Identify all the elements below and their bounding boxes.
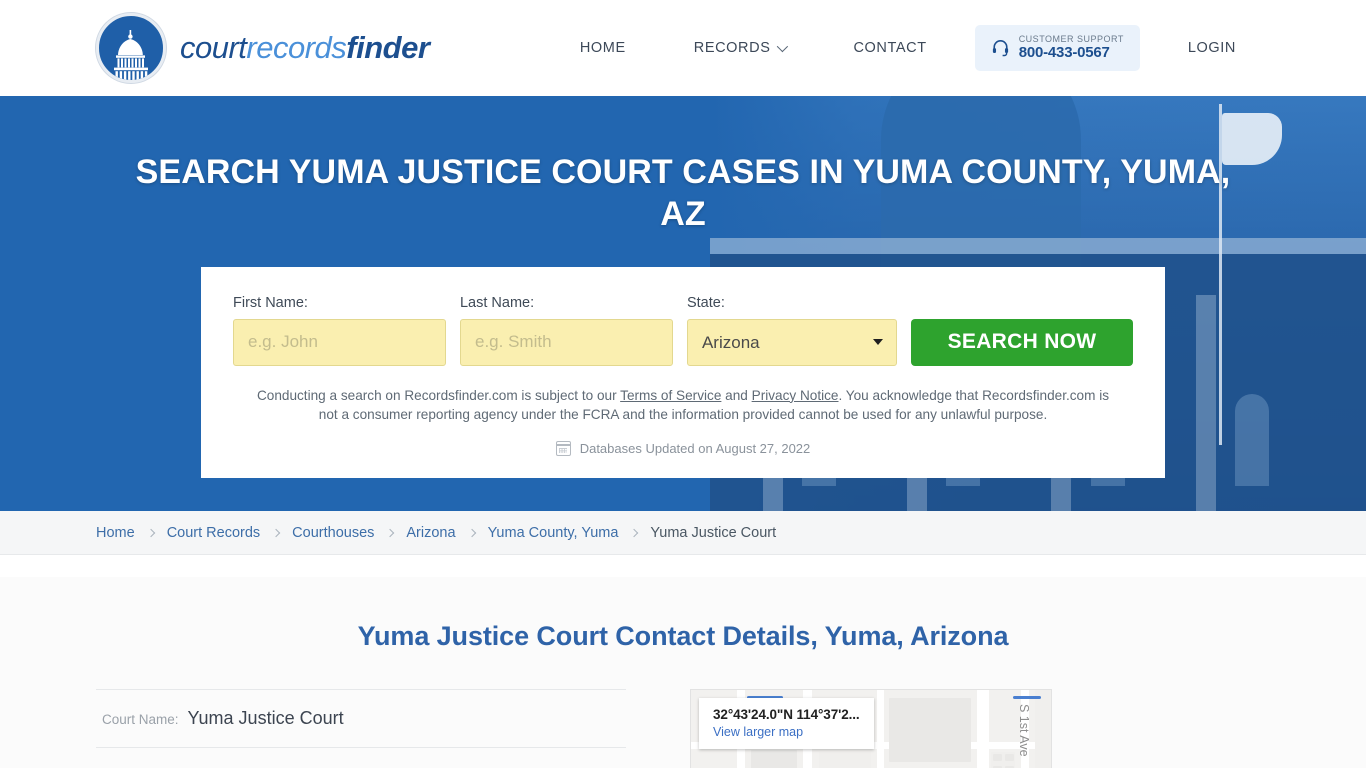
support-phone: 800-433-0567 [1018,44,1110,62]
site-header: courtrecordsfinder HOME RECORDS CONTACT [0,0,1366,96]
disclaimer-text-and: and [721,387,752,403]
map-building [1035,690,1051,768]
view-larger-map-link[interactable]: View larger map [713,725,860,739]
logo-text-court: court [180,30,247,65]
first-name-field-group: First Name: [233,295,446,366]
calendar-icon [555,440,571,456]
chevron-right-icon [271,528,281,537]
map-building [751,750,797,768]
breadcrumb-item-courthouses[interactable]: Courthouses [292,525,374,541]
nav-label: LOGIN [1187,39,1236,56]
state-select-wrapper: Arizona [686,318,897,366]
customer-support-button[interactable]: CUSTOMER SUPPORT 800-433-0567 [974,24,1140,72]
state-label: State: [686,294,725,311]
state-field-group: State: Arizona [686,294,897,366]
detail-row-state: State: Arizona [96,747,626,768]
map-coordinates: 32°43'24.0"N 114°37'2... [713,707,860,723]
nav-item-home[interactable]: HOME [546,30,660,66]
location-map[interactable]: ↑ unty sheriff office and... S 1st Ave 🏛… [690,689,1052,768]
map-label-s-1st-ave: S 1st Ave [1017,704,1031,757]
search-form-card: First Name: Last Name: State: Arizona SE… [201,266,1165,478]
state-select[interactable]: Arizona [686,318,897,366]
disclaimer-text-pre: Conducting a search on Recordsfinder.com… [256,387,621,403]
map-road [877,690,884,768]
breadcrumb-item-court-records[interactable]: Court Records [167,525,260,541]
privacy-notice-link[interactable]: Privacy Notice [752,388,839,403]
logo-text-records: records [246,30,347,65]
chevron-right-icon [386,528,395,537]
terms-of-service-link[interactable]: Terms of Service [620,388,721,403]
search-now-button[interactable]: SEARCH NOW [911,318,1133,366]
first-name-input[interactable] [233,318,446,366]
map-building [993,754,1002,762]
breadcrumb-item-current: Yuma Justice Court [650,524,777,541]
nav-item-login[interactable]: LOGIN [1154,30,1270,66]
hero-section: SEARCH YUMA JUSTICE COURT CASES IN YUMA … [0,96,1366,511]
nav-item-records[interactable]: RECORDS [660,30,820,66]
main-content: Yuma Justice Court Contact Details, Yuma… [0,577,1366,768]
breadcrumb-item-yuma-county[interactable]: Yuma County, Yuma [488,525,619,541]
breadcrumb: Home Court Records Courthouses Arizona Y… [96,525,776,541]
logo[interactable]: courtrecordsfinder [96,13,430,83]
detail-label: Court Name: [102,712,179,728]
last-name-label: Last Name: [459,294,535,311]
search-fields-row: First Name: Last Name: State: Arizona SE… [233,295,1133,366]
database-updated-text: Databases Updated on August 27, 2022 [579,440,811,456]
court-details-list: Court Name: Yuma Justice Court State: Ar… [96,689,626,768]
first-name-label: First Name: [233,294,308,311]
breadcrumb-item-arizona[interactable]: Arizona [406,525,455,541]
map-building [889,698,971,763]
capitol-dome-icon [96,13,166,83]
nav-label: HOME [579,39,626,56]
map-building [1005,754,1014,762]
logo-wordmark: courtrecordsfinder [180,30,430,66]
chevron-right-icon [467,528,476,537]
section-title: Yuma Justice Court Contact Details, Yuma… [357,621,1009,652]
database-updated-status: Databases Updated on August 27, 2022 [233,440,1133,456]
main-navigation: HOME RECORDS CONTACT CUSTOMER SUPPORT 80… [546,24,1270,72]
map-info-card: 32°43'24.0"N 114°37'2... View larger map [699,698,874,750]
nav-label: CONTACT [853,39,927,56]
detail-row-court-name: Court Name: Yuma Justice Court [96,689,626,747]
map-transit-line [1013,696,1041,700]
detail-value: Yuma Justice Court [187,708,344,729]
headset-icon [991,38,1010,57]
breadcrumb-item-home[interactable]: Home [96,525,135,541]
map-road [977,690,989,768]
breadcrumb-bar: Home Court Records Courthouses Arizona Y… [0,511,1366,555]
last-name-input[interactable] [459,318,673,366]
hero-window-shape [1234,394,1269,487]
logo-text-finder: finder [346,30,430,65]
hero-column-shape [1195,295,1216,511]
chevron-right-icon [630,528,639,537]
hero-cornice-shape [710,237,1366,254]
nav-label: RECORDS [693,39,771,56]
page-title: SEARCH YUMA JUSTICE COURT CASES IN YUMA … [135,152,1231,233]
support-label: CUSTOMER SUPPORT [1018,33,1124,44]
last-name-field-group: Last Name: [459,294,673,366]
search-disclaimer: Conducting a search on Recordsfinder.com… [233,386,1133,424]
nav-item-contact[interactable]: CONTACT [819,30,960,66]
map-building [819,752,871,768]
chevron-right-icon [146,528,155,537]
chevron-down-icon [777,40,789,53]
content-row: Court Name: Yuma Justice Court State: Ar… [96,689,1270,768]
